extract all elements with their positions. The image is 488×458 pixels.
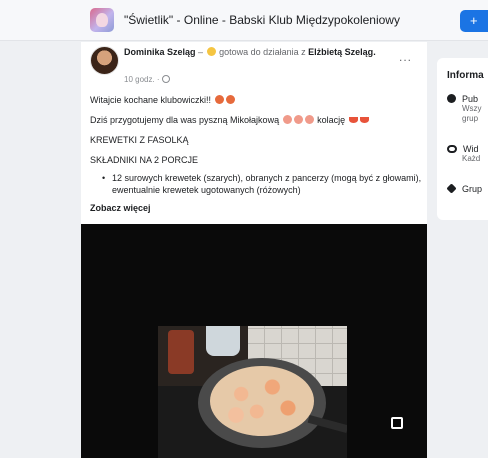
post-body: Witajcie kochane klubowiczki!! Dziś przy… <box>90 94 422 214</box>
more-icon[interactable]: ... <box>399 50 412 64</box>
info-row-group: Grup <box>446 183 483 194</box>
group-thumbnail[interactable] <box>90 8 114 32</box>
info-title: Informa <box>447 70 484 81</box>
info-sub: grup <box>462 114 479 123</box>
info-label: Grup <box>462 184 483 194</box>
info-sub: Wszy <box>462 104 482 113</box>
globe-icon <box>161 75 170 83</box>
globe-icon <box>447 94 456 103</box>
info-label: Wid <box>463 144 479 154</box>
info-sub: Każd <box>462 154 481 163</box>
info-label: Pub <box>462 94 479 104</box>
author-name[interactable]: Dominika Szeląg <box>124 47 196 57</box>
info-row-visible: Wid Każd <box>447 144 480 164</box>
shrimp-in-pan <box>210 366 314 436</box>
post-line: Dziś przygotujemy dla was pyszną Mikołaj… <box>90 114 422 126</box>
greeting-text: Witajcie kochane klubowiczki!! <box>90 95 212 105</box>
post-line: Witajcie kochane klubowiczki!! <box>90 94 422 106</box>
fullscreen-icon[interactable] <box>391 417 403 429</box>
eye-icon <box>447 145 457 153</box>
action-button[interactable]: + <box>460 10 488 32</box>
ingredient-item: 12 surowych krewetek (szarych), obranych… <box>90 172 422 196</box>
bowl-emoji-icon <box>348 117 358 123</box>
heart-emoji-icon <box>225 95 235 104</box>
jar <box>168 330 194 374</box>
video-player[interactable] <box>81 224 427 458</box>
see-more-link[interactable]: Zobacz więcej <box>90 202 422 214</box>
recipe-title: KREWETKI Z FASOLKĄ <box>90 135 189 145</box>
bowl-emoji-icon <box>359 117 369 123</box>
info-row-public: Pub Wszy grup <box>447 94 482 124</box>
top-bar: "Świetlik" - Online - Babski Klub Między… <box>0 0 488 41</box>
video-frame <box>158 326 347 458</box>
graduation-cap-icon <box>446 183 457 194</box>
tagged-name[interactable]: Elżbietą Szeląg <box>308 47 373 57</box>
ingredients-heading: SKŁADNIKI NA 2 PORCJE <box>90 155 199 165</box>
dinner-text: kolację <box>317 115 346 125</box>
avatar[interactable] <box>90 46 119 75</box>
shrimp-emoji-icon <box>293 115 303 124</box>
post-meta: 10 godz. · <box>124 75 170 84</box>
activity-text: gotowa do działania z <box>219 47 306 57</box>
post-author-line: Dominika Szeląg – gotowa do działania z … <box>124 47 376 57</box>
post-time[interactable]: 10 godz. <box>124 75 155 84</box>
heart-emoji-icon <box>214 95 224 104</box>
intro-text: Dziś przygotujemy dla was pyszną Mikołaj… <box>90 115 280 125</box>
group-info-card: Informa Pub Wszy grup Wid Każd Grup <box>437 58 488 220</box>
group-title[interactable]: "Świetlik" - Online - Babski Klub Między… <box>124 13 400 27</box>
smiley-icon <box>206 47 216 56</box>
container <box>206 326 240 356</box>
shrimp-emoji-icon <box>282 115 292 124</box>
post-card: Dominika Szeląg – gotowa do działania z … <box>81 42 427 224</box>
shrimp-emoji-icon <box>304 115 314 124</box>
